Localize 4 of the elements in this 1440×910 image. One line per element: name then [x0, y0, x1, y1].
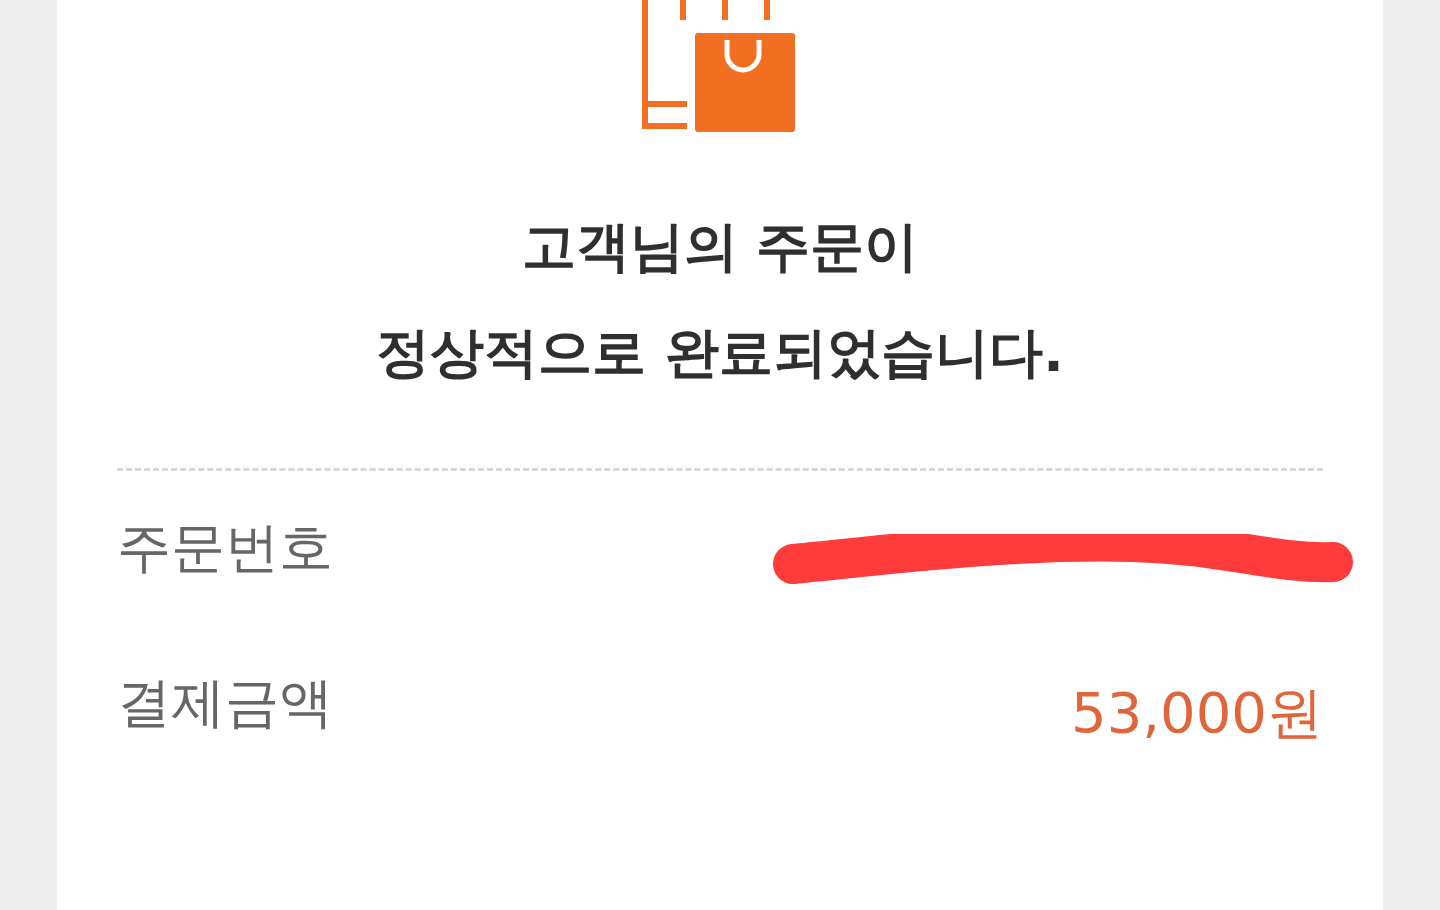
- payment-amount: 53,000원: [1071, 678, 1323, 747]
- row-label: 결제금액: [117, 670, 333, 736]
- completion-message: 고객님의 주문이 정상적으로 완료되었습니다.: [376, 214, 1064, 386]
- row-label: 주문번호: [117, 515, 333, 581]
